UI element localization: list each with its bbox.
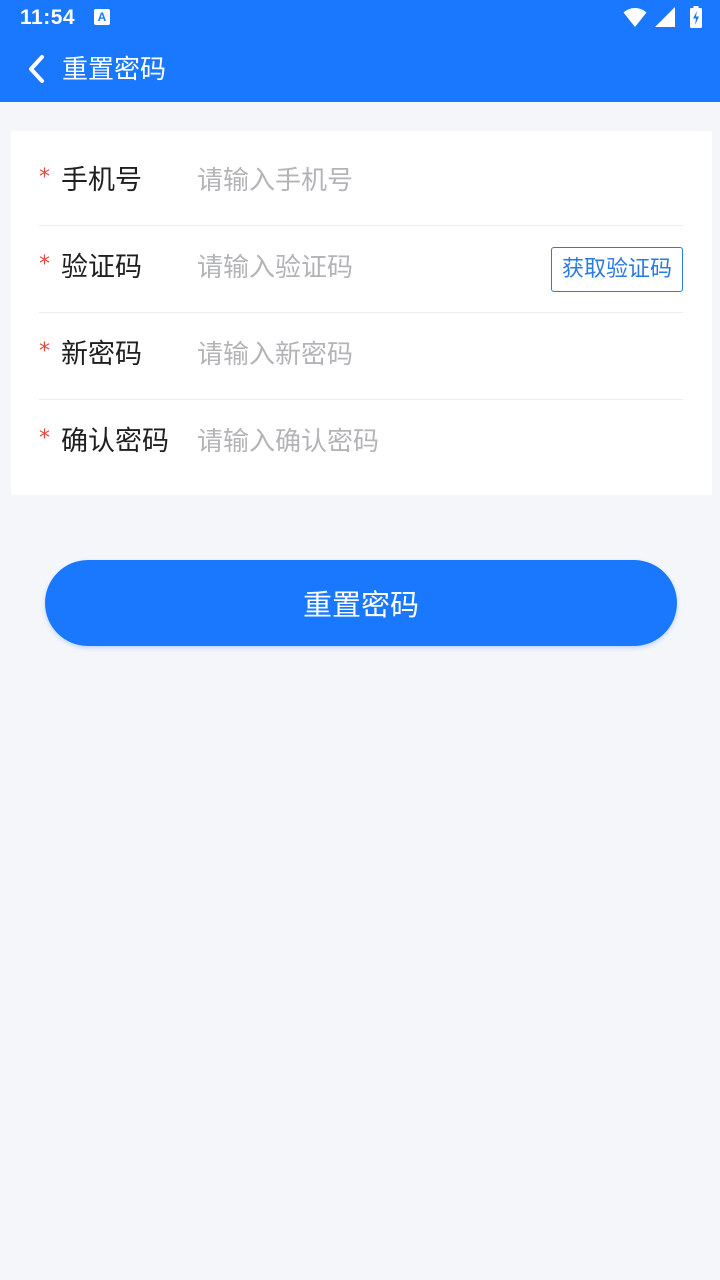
page-title: 重置密码 [62, 55, 167, 85]
back-button[interactable] [22, 50, 58, 88]
code-label: 验证码 [61, 252, 142, 283]
get-code-button[interactable]: 获取验证码 [551, 247, 683, 292]
confirm-password-label: 确认密码 [61, 426, 169, 457]
new-password-input[interactable] [197, 335, 527, 375]
confirm-password-row: * 确认密码 [39, 400, 683, 487]
wifi-icon [623, 8, 647, 27]
code-row: * 验证码 获取验证码 [39, 226, 683, 313]
app-bar: 重置密码 [0, 36, 720, 102]
required-mark: * [39, 339, 50, 364]
code-input[interactable] [197, 248, 517, 288]
required-mark: * [39, 252, 50, 277]
reset-password-button[interactable]: 重置密码 [45, 560, 677, 646]
phone-label: 手机号 [61, 165, 142, 196]
battery-charging-icon [690, 6, 702, 28]
confirm-password-input[interactable] [197, 422, 527, 462]
required-mark: * [39, 165, 50, 190]
notification-icon: A [94, 9, 110, 25]
required-mark: * [39, 426, 50, 451]
new-password-label: 新密码 [61, 339, 142, 370]
status-time: 11:54 [20, 6, 76, 29]
chevron-left-icon [29, 55, 44, 83]
reset-password-form: * 手机号 * 验证码 获取验证码 * 新密码 * 确认密码 [11, 131, 712, 495]
status-bar: 11:54 A [0, 0, 720, 36]
signal-icon [655, 7, 675, 27]
phone-input[interactable] [197, 161, 527, 201]
phone-row: * 手机号 [39, 139, 683, 226]
new-password-row: * 新密码 [39, 313, 683, 400]
